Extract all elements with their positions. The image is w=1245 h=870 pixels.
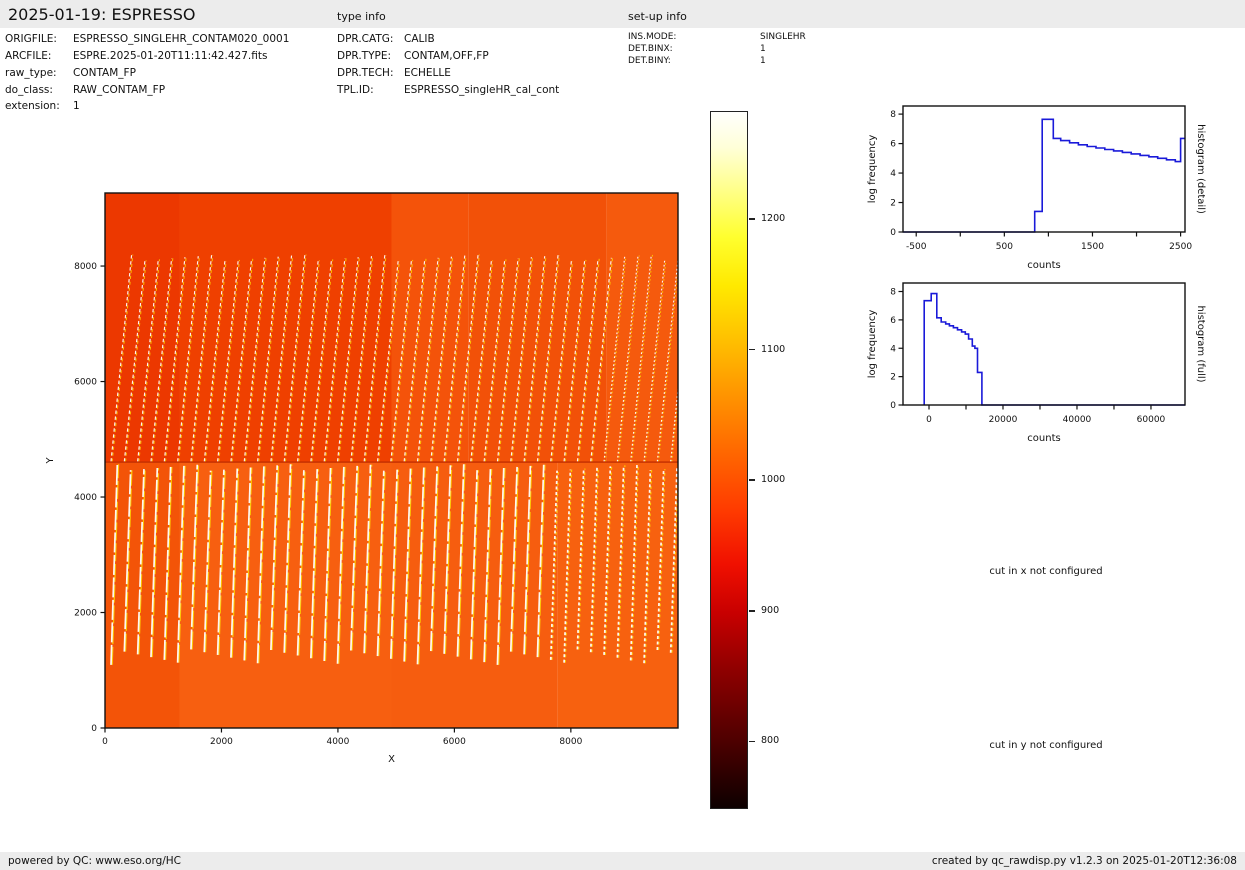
colorbar-tick bbox=[749, 740, 755, 743]
colorbar-tick bbox=[749, 348, 755, 351]
colorbar-tick-label: 900 bbox=[761, 604, 780, 616]
type-info-row: DPR.TECH: ECHELLE bbox=[337, 68, 451, 79]
meta-value: CALIB bbox=[404, 33, 435, 45]
type-info-row: DPR.TYPE: CONTAM,OFF,FP bbox=[337, 51, 489, 62]
meta-value: SINGLEHR bbox=[760, 32, 806, 42]
svg-text:6000: 6000 bbox=[74, 378, 97, 388]
histogram-detail-svg: -500 500 1500 250002468countslog frequency h… bbox=[867, 105, 1206, 271]
file-info-row: extension: 1 bbox=[5, 101, 80, 112]
svg-text:4000: 4000 bbox=[74, 493, 97, 503]
svg-text:2000: 2000 bbox=[74, 609, 97, 619]
svg-text:6: 6 bbox=[890, 140, 896, 150]
svg-text:6000: 6000 bbox=[443, 737, 466, 747]
svg-text:4: 4 bbox=[890, 344, 896, 354]
svg-text:4000: 4000 bbox=[326, 737, 349, 747]
svg-text:Y: Y bbox=[45, 457, 56, 465]
footer-powered-by: powered by QC: www.eso.org/HC bbox=[8, 855, 182, 867]
header-bar: 2025-01-19: ESPRESSO type info set-up in… bbox=[0, 0, 1245, 28]
histogram-full-svg: 0 20000 40000 60000 0 2 4 6 8 counts log frequency… bbox=[867, 282, 1206, 444]
footer-created-by: created by qc_rawdisp.py v1.2.3 on 2025-… bbox=[931, 855, 1237, 867]
qc-rawdisp-report: { "header": { "title": "2025-01-19: ESPR… bbox=[0, 0, 1245, 870]
colorbar-tick-label: 800 bbox=[761, 735, 780, 747]
file-info-row: ORIGFILE: ESPRESSO_SINGLEHR_CONTAM020_000… bbox=[5, 34, 289, 45]
svg-text:-500: -500 bbox=[906, 242, 927, 252]
file-info-row: ARCFILE: ESPRE.2025-01-20T11:11:42.427.fi… bbox=[5, 51, 267, 62]
meta-label: DPR.TECH: bbox=[337, 67, 394, 79]
svg-text:2500: 2500 bbox=[1169, 242, 1192, 252]
svg-text:histogram (full): histogram (full) bbox=[1195, 305, 1206, 382]
svg-text:8: 8 bbox=[890, 110, 896, 120]
colorbar-gradient bbox=[710, 111, 748, 809]
meta-value: CONTAM,OFF,FP bbox=[404, 50, 489, 62]
page-title: 2025-01-19: ESPRESSO bbox=[8, 5, 196, 24]
meta-value: 1 bbox=[73, 100, 80, 112]
setup-info-row: DET.BINY: 1 bbox=[628, 57, 766, 66]
svg-text:histogram (detail): histogram (detail) bbox=[1195, 124, 1206, 214]
meta-label: DET.BINX: bbox=[628, 44, 673, 54]
meta-value: ESPRE.2025-01-20T11:11:42.427.fits bbox=[73, 50, 268, 62]
colorbar-tick-label: 1200 bbox=[761, 213, 786, 225]
setup-info-header: set-up info bbox=[628, 10, 687, 23]
meta-label: TPL.ID: bbox=[337, 84, 374, 96]
meta-label: raw_type: bbox=[5, 67, 57, 79]
meta-label: do_class: bbox=[5, 84, 53, 96]
meta-label: ARCFILE: bbox=[5, 50, 52, 62]
meta-value: ESPRESSO_singleHR_cal_cont bbox=[404, 84, 560, 96]
svg-text:8000: 8000 bbox=[74, 262, 97, 272]
svg-text:X: X bbox=[388, 754, 395, 765]
svg-text:8: 8 bbox=[890, 288, 896, 298]
svg-text:0: 0 bbox=[91, 724, 97, 734]
meta-label: DPR.TYPE: bbox=[337, 50, 392, 62]
svg-text:0: 0 bbox=[102, 737, 108, 747]
svg-text:40000: 40000 bbox=[1063, 415, 1092, 425]
cut-x-message: cut in x not configured bbox=[989, 566, 1103, 577]
colorbar-tick bbox=[749, 479, 755, 481]
meta-label: DPR.CATG: bbox=[337, 33, 394, 45]
meta-label: extension: bbox=[5, 100, 60, 112]
svg-text:6: 6 bbox=[890, 316, 896, 326]
type-info-row: TPL.ID: ESPRESSO_singleHR_cal_cont bbox=[337, 85, 559, 96]
svg-text:20000: 20000 bbox=[989, 415, 1018, 425]
svg-text:0: 0 bbox=[890, 401, 896, 411]
file-info-row: do_class: RAW_CONTAM_FP bbox=[5, 85, 165, 96]
setup-info-row: INS.MODE: SINGLEHR bbox=[628, 33, 806, 42]
colorbar-tick bbox=[749, 218, 755, 220]
meta-value: 1 bbox=[760, 56, 766, 66]
meta-value: RAW_CONTAM_FP bbox=[73, 84, 166, 96]
svg-text:2: 2 bbox=[890, 199, 896, 209]
meta-value: ECHELLE bbox=[404, 67, 451, 79]
svg-text:60000: 60000 bbox=[1137, 415, 1166, 425]
setup-info-row: DET.BINX: 1 bbox=[628, 45, 766, 54]
meta-value: 1 bbox=[760, 44, 766, 54]
colorbar-tick-label: 1100 bbox=[761, 343, 786, 355]
meta-label: DET.BINY: bbox=[628, 56, 671, 66]
cut-y-message: cut in y not configured bbox=[989, 740, 1103, 751]
file-info-row: raw_type: CONTAM_FP bbox=[5, 68, 136, 79]
svg-text:8000: 8000 bbox=[559, 737, 582, 747]
svg-text:500: 500 bbox=[996, 242, 1013, 252]
meta-label: INS.MODE: bbox=[628, 32, 677, 42]
footer-bar: powered by QC: www.eso.org/HC created by… bbox=[0, 852, 1245, 870]
svg-text:2: 2 bbox=[890, 373, 896, 383]
colorbar-tick-label: 1000 bbox=[761, 474, 786, 486]
svg-text:1500: 1500 bbox=[1081, 242, 1104, 252]
svg-text:log frequency: log frequency bbox=[867, 135, 878, 204]
svg-text:counts: counts bbox=[1027, 433, 1060, 444]
colorbar-tick bbox=[749, 610, 755, 612]
meta-value: ESPRESSO_SINGLEHR_CONTAM020_0001 bbox=[73, 33, 290, 45]
meta-value: CONTAM_FP bbox=[73, 67, 136, 79]
svg-text:0: 0 bbox=[926, 415, 932, 425]
meta-label: ORIGFILE: bbox=[5, 33, 57, 45]
svg-text:0: 0 bbox=[890, 228, 896, 238]
type-info-header: type info bbox=[337, 10, 386, 23]
svg-text:2000: 2000 bbox=[210, 737, 233, 747]
type-info-row: DPR.CATG: CALIB bbox=[337, 34, 435, 45]
svg-text:4: 4 bbox=[890, 169, 896, 179]
detector-image-svg: 0 2000 4000 6000 8000 0 2000 4000 6000 8000 X Y bbox=[45, 192, 679, 765]
svg-text:log frequency: log frequency bbox=[867, 310, 878, 379]
